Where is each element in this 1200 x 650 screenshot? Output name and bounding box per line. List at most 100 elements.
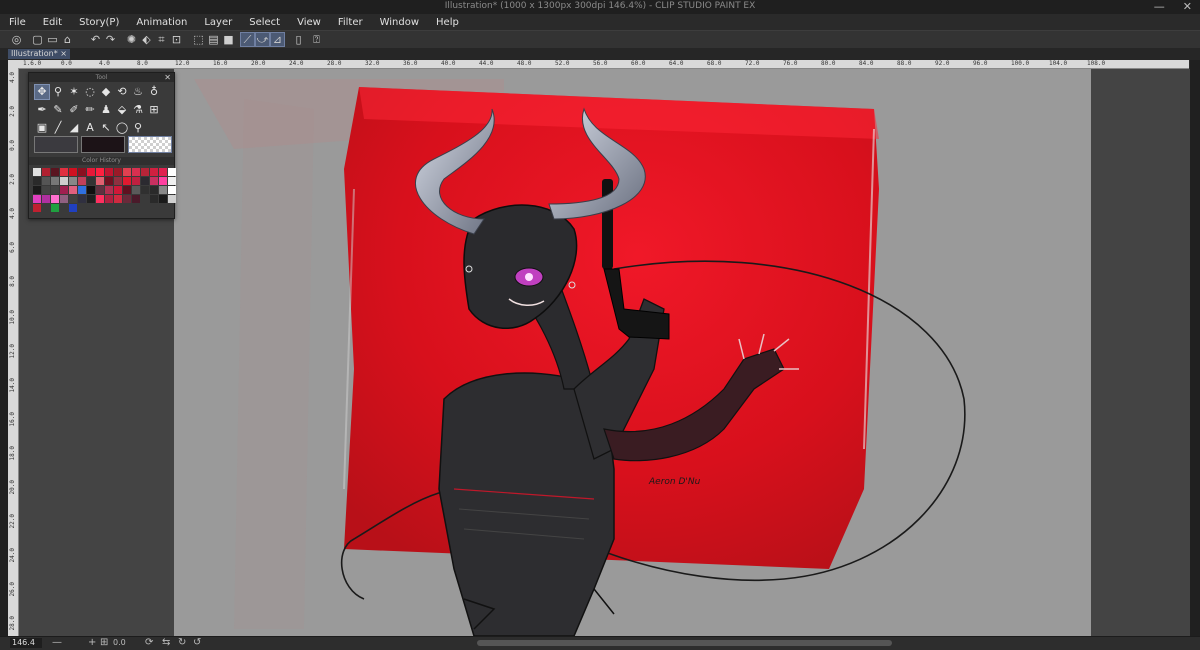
- droplet-icon[interactable]: ♁: [147, 85, 161, 99]
- clear-icon[interactable]: ✺: [125, 33, 138, 46]
- color-history-swatch[interactable]: [141, 195, 149, 203]
- color-history-swatch[interactable]: [123, 177, 131, 185]
- new-file-icon[interactable]: ▢: [31, 33, 44, 46]
- zoom-icon[interactable]: ⚲: [51, 85, 65, 99]
- color-history-swatch[interactable]: [123, 186, 131, 194]
- color-history-swatch[interactable]: [87, 168, 95, 176]
- color-history-swatch[interactable]: [42, 195, 50, 203]
- snap-to-grid-icon[interactable]: ⊿: [270, 32, 285, 47]
- color-history-swatch[interactable]: [150, 168, 158, 176]
- color-history-swatch[interactable]: [51, 204, 59, 212]
- pen-icon[interactable]: ✒: [35, 103, 49, 117]
- color-history-swatch[interactable]: [51, 195, 59, 203]
- select-arrow-icon[interactable]: ↖: [99, 121, 113, 135]
- color-history-swatch[interactable]: [132, 177, 140, 185]
- fit-icon[interactable]: ⊞: [100, 637, 108, 648]
- rotate-right-icon[interactable]: ↻: [178, 637, 186, 648]
- color-history-swatch[interactable]: [132, 186, 140, 194]
- pencil-icon[interactable]: ✎: [51, 103, 65, 117]
- color-history-swatch[interactable]: [78, 186, 86, 194]
- color-history-swatch[interactable]: [69, 168, 77, 176]
- menu-animation[interactable]: Animation: [127, 17, 195, 28]
- menu-help[interactable]: Help: [427, 17, 467, 28]
- tab-close-icon[interactable]: ×: [60, 49, 67, 59]
- grid-move-icon[interactable]: ✥: [34, 84, 50, 100]
- blend-icon[interactable]: ♨: [131, 85, 145, 99]
- main-color-swatch[interactable]: [34, 136, 78, 153]
- color-history-swatch[interactable]: [51, 186, 59, 194]
- mobile-device-icon[interactable]: ▯: [292, 33, 305, 46]
- close-button[interactable]: ✕: [1183, 0, 1192, 13]
- color-history-swatch[interactable]: [51, 177, 59, 185]
- color-history-swatch[interactable]: [42, 204, 50, 212]
- flip-horizontal-icon[interactable]: ⇆: [162, 637, 170, 648]
- color-history-swatch[interactable]: [33, 186, 41, 194]
- minimize-button[interactable]: —: [1154, 0, 1165, 13]
- color-history-swatch[interactable]: [105, 168, 113, 176]
- zoom-in-button[interactable]: +: [88, 637, 96, 648]
- color-history-swatch[interactable]: [141, 168, 149, 176]
- color-history-swatch[interactable]: [168, 168, 176, 176]
- color-history-swatch[interactable]: [159, 186, 167, 194]
- color-history-swatch[interactable]: [105, 195, 113, 203]
- ruler-icon[interactable]: ◢: [67, 121, 81, 135]
- line-icon[interactable]: ╱: [51, 121, 65, 135]
- clip-studio-icon[interactable]: ◎: [10, 33, 23, 46]
- color-history-swatch[interactable]: [87, 204, 95, 212]
- color-history-swatch[interactable]: [78, 177, 86, 185]
- color-history-swatch[interactable]: [96, 168, 104, 176]
- color-history-swatch[interactable]: [33, 168, 41, 176]
- color-history-swatch[interactable]: [33, 177, 41, 185]
- color-history-swatch[interactable]: [105, 186, 113, 194]
- eraser-icon[interactable]: ◆: [99, 85, 113, 99]
- color-history-swatch[interactable]: [69, 204, 77, 212]
- snap-to-special-ruler-icon[interactable]: ⤻: [255, 32, 270, 47]
- color-history-swatch[interactable]: [51, 168, 59, 176]
- rotate-reset-icon[interactable]: ⟳: [145, 637, 153, 648]
- color-history-swatch[interactable]: [87, 177, 95, 185]
- color-history-swatch[interactable]: [60, 186, 68, 194]
- tool-palette-header[interactable]: Tool ✕: [29, 73, 174, 82]
- color-history-swatch[interactable]: [78, 168, 86, 176]
- redo-icon[interactable]: ↷: [104, 33, 117, 46]
- color-history-swatch[interactable]: [141, 177, 149, 185]
- menu-filter[interactable]: Filter: [329, 17, 371, 28]
- color-history-swatch[interactable]: [78, 195, 86, 203]
- menu-layer[interactable]: Layer: [195, 17, 240, 28]
- horizontal-scrollbar[interactable]: [477, 640, 892, 646]
- help-icon[interactable]: ⍰: [310, 33, 323, 46]
- color-history-swatch[interactable]: [168, 186, 176, 194]
- canvas-paper[interactable]: Aeron D'Nu: [174, 69, 1091, 636]
- color-history-swatch[interactable]: [60, 168, 68, 176]
- menu-file[interactable]: File: [0, 17, 34, 28]
- color-history-swatch[interactable]: [42, 186, 50, 194]
- brush-icon[interactable]: ✐: [67, 103, 81, 117]
- color-history-swatch[interactable]: [114, 195, 122, 203]
- color-history-swatch[interactable]: [168, 177, 176, 185]
- sub-color-swatch[interactable]: [81, 136, 125, 153]
- color-history-swatch[interactable]: [123, 168, 131, 176]
- open-file-icon[interactable]: ▭: [46, 33, 59, 46]
- color-history-swatch[interactable]: [33, 204, 41, 212]
- transparent-color-swatch[interactable]: [128, 136, 172, 153]
- color-history-swatch[interactable]: [150, 186, 158, 194]
- color-history-swatch[interactable]: [69, 195, 77, 203]
- color-history-swatch[interactable]: [141, 186, 149, 194]
- menu-window[interactable]: Window: [371, 17, 427, 28]
- color-history-swatch[interactable]: [69, 186, 77, 194]
- color-history-swatch[interactable]: [168, 195, 176, 203]
- show-selection-icon[interactable]: ■: [222, 33, 235, 46]
- tab-illustration[interactable]: Illustration* ×: [8, 49, 70, 59]
- color-history-swatch[interactable]: [42, 177, 50, 185]
- fill-icon[interactable]: ⬙: [115, 103, 129, 117]
- color-history-swatch[interactable]: [96, 195, 104, 203]
- rotate-left-icon[interactable]: ↺: [193, 637, 201, 648]
- color-history-swatch[interactable]: [96, 204, 104, 212]
- color-history-swatch[interactable]: [132, 195, 140, 203]
- canvas-area[interactable]: Aeron D'Nu: [19, 69, 1190, 636]
- angle-value[interactable]: 0.0: [113, 638, 126, 647]
- color-history-swatch[interactable]: [150, 177, 158, 185]
- color-history-swatch[interactable]: [114, 168, 122, 176]
- deselect-icon[interactable]: ⬚: [192, 33, 205, 46]
- color-history-swatch[interactable]: [78, 204, 86, 212]
